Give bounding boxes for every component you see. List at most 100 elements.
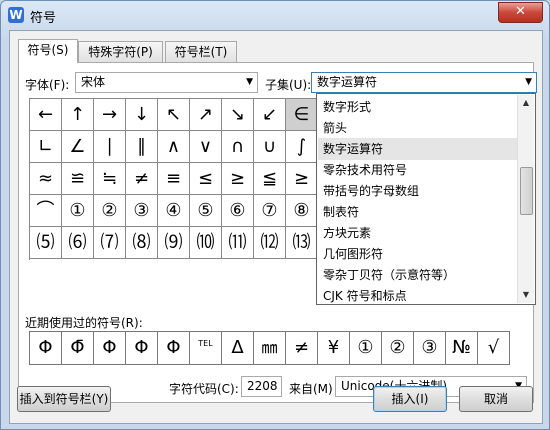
subset-option[interactable]: 数字形式 [318, 96, 518, 118]
recent-symbol-cell[interactable]: ② [382, 332, 414, 365]
symbol-cell[interactable]: ↗ [190, 99, 222, 131]
symbol-cell[interactable]: → [94, 99, 126, 131]
symbol-cell[interactable]: ⑿ [254, 227, 286, 259]
symbol-cell[interactable]: ③ [126, 195, 158, 227]
symbol-cell[interactable]: ∫ [286, 131, 318, 163]
recent-symbol-cell[interactable]: № [446, 332, 478, 365]
recent-symbol-cell[interactable]: Φ [30, 332, 62, 365]
symbol-cell[interactable]: ⑽ [190, 227, 222, 259]
tab-special-chars[interactable]: 特殊字符(P) [78, 41, 163, 62]
recent-symbol-cell[interactable]: ① [350, 332, 382, 365]
recent-symbol-cell[interactable]: ≠ [286, 332, 318, 365]
symbol-cell[interactable]: ≈ [30, 163, 62, 195]
tab-symbols[interactable]: 符号(S) [18, 39, 78, 63]
symbol-cell[interactable]: ⑤ [190, 195, 222, 227]
font-select[interactable]: 宋体 ▼ [75, 72, 258, 93]
symbol-cell[interactable]: ∨ [190, 131, 222, 163]
dialog-title: 符号 [30, 11, 57, 26]
symbol-cell[interactable]: ∟ [30, 131, 62, 163]
subset-option[interactable]: 方块元素 [318, 222, 518, 244]
symbol-cell[interactable]: ≠ [126, 163, 158, 195]
symbol-cell[interactable]: ⑸ [30, 227, 62, 259]
symbol-cell[interactable]: ≡ [158, 163, 190, 195]
symbol-cell[interactable]: ④ [158, 195, 190, 227]
subset-option[interactable]: 箭头 [318, 117, 518, 139]
symbol-cell[interactable]: ↑ [62, 99, 94, 131]
symbol-cell[interactable]: ≦ [254, 163, 286, 195]
symbol-cell[interactable]: ∣ [94, 131, 126, 163]
subset-option[interactable]: 几何图形符 [318, 243, 518, 265]
symbol-grid: ← ↑ → ↓ ↖ ↗ ↘ ↙ ∈ ∟ ∠ ∣ ∥ ∧ ∨ ∩ ∪ ∫ ≈ ≌ ≒ ≠ ≡ ≤ ≥ ≦ ≥ ⌒ ① ② ③ ④ ⑤ ⑥ ⑦ ⑧ ⑸ ⑹ ⑺ ⑻… [29, 98, 318, 260]
symbol-dialog: W 符号 ✕ 符号(S) 特殊字符(P) 符号栏(T) 字体(F): 宋体 ▼ … [0, 0, 550, 430]
symbol-cell[interactable]: ② [94, 195, 126, 227]
subset-option[interactable]: 制表符 [318, 201, 518, 223]
font-label: 字体(F): [25, 78, 70, 92]
symbol-cell[interactable]: ∥ [126, 131, 158, 163]
recent-symbol-cell[interactable]: ㎜ [254, 332, 286, 365]
symbol-cell[interactable]: ⑧ [286, 195, 318, 227]
symbol-cell[interactable]: ⑹ [62, 227, 94, 259]
recent-symbol-cell[interactable]: √ [478, 332, 510, 365]
chevron-down-icon: ▼ [525, 77, 532, 87]
insert-to-symbol-bar-button[interactable]: 插入到符号栏(Y) [17, 386, 111, 412]
dropdown-scrollbar[interactable]: ▲ ▼ [517, 95, 534, 303]
symbol-cell[interactable]: ↓ [126, 99, 158, 131]
symbol-cell[interactable]: ⑥ [222, 195, 254, 227]
subset-value: 数字运算符 [317, 75, 378, 89]
symbol-cell[interactable]: ≤ [190, 163, 222, 195]
symbol-cell[interactable]: ⑾ [222, 227, 254, 259]
recent-symbol-cell[interactable]: Φ [94, 332, 126, 365]
subset-select[interactable]: 数字运算符 ▼ [311, 72, 537, 93]
symbol-cell[interactable]: ↖ [158, 99, 190, 131]
insert-button[interactable]: 插入(I) [373, 386, 447, 412]
subset-option[interactable]: CJK 符号和标点 [318, 285, 518, 307]
symbol-cell[interactable]: ① [62, 195, 94, 227]
symbol-cell[interactable]: ≒ [94, 163, 126, 195]
symbols-panel: 字体(F): 宋体 ▼ 子集(U): 数字运算符 ▼ ← ↑ → ↓ ↖ ↗ ↘ ↙ ∈ ∟ ∠ ∣ ∥… [18, 62, 537, 403]
scroll-up-icon[interactable]: ▲ [518, 95, 534, 111]
wps-app-icon: W [8, 7, 24, 23]
symbol-cell[interactable]: ∧ [158, 131, 190, 163]
scrollbar-thumb[interactable] [520, 167, 533, 215]
symbol-cell[interactable]: ← [30, 99, 62, 131]
symbol-cell[interactable]: ≌ [62, 163, 94, 195]
symbol-cell[interactable]: ≥ [222, 163, 254, 195]
char-code-label: 字符代码(C): [169, 382, 239, 396]
chevron-down-icon: ▼ [246, 77, 253, 87]
subset-option[interactable]: 零杂技术用符号 [318, 159, 518, 181]
recent-symbol-cell[interactable]: Φ̄ [62, 332, 94, 365]
symbol-cell[interactable]: ∠ [62, 131, 94, 163]
title-bar[interactable]: W 符号 ✕ [1, 1, 549, 29]
symbol-cell[interactable]: ⑦ [254, 195, 286, 227]
symbol-cell[interactable]: ∩ [222, 131, 254, 163]
subset-label: 子集(U): [265, 78, 312, 92]
char-code-input[interactable]: 2208 [241, 376, 282, 397]
symbol-cell[interactable]: ⒀ [286, 227, 318, 259]
symbol-cell[interactable]: ⑺ [94, 227, 126, 259]
symbol-cell[interactable]: ≥ [286, 163, 318, 195]
scroll-down-icon[interactable]: ▼ [518, 287, 534, 303]
recent-symbols: Φ Φ̄ Φ Φ Φ TEL Δ ㎜ ≠ ¥ ① ② ③ № √ [29, 331, 510, 365]
symbol-cell[interactable]: ∪ [254, 131, 286, 163]
recent-symbol-cell[interactable]: Δ [222, 332, 254, 365]
symbol-cell[interactable]: ⑻ [126, 227, 158, 259]
cancel-button[interactable]: 取消 [459, 386, 533, 412]
subset-option[interactable]: 带括号的字母数组 [318, 180, 518, 202]
recent-symbol-cell[interactable]: TEL [190, 332, 222, 365]
symbol-cell[interactable]: ∈ [286, 99, 318, 131]
symbol-cell[interactable]: ↘ [222, 99, 254, 131]
tab-symbol-bar[interactable]: 符号栏(T) [165, 41, 237, 62]
subset-dropdown-list[interactable]: 数字形式 箭头 数字运算符 零杂技术用符号 带括号的字母数组 制表符 方块元素 几何图形符 零杂… [316, 93, 536, 305]
font-value: 宋体 [81, 75, 106, 89]
close-button[interactable]: ✕ [498, 2, 543, 23]
recent-symbol-cell[interactable]: ¥ [318, 332, 350, 365]
recent-symbol-cell[interactable]: Φ [158, 332, 190, 365]
symbol-cell[interactable]: ⌒ [30, 195, 62, 227]
from-label: 来自(M) [289, 382, 333, 396]
symbol-cell[interactable]: ↙ [254, 99, 286, 131]
recent-symbol-cell[interactable]: Φ [126, 332, 158, 365]
symbol-cell[interactable]: ⑼ [158, 227, 190, 259]
recent-symbol-cell[interactable]: ③ [414, 332, 446, 365]
subset-option[interactable]: 零杂丁贝符（示意符等） [318, 264, 518, 286]
subset-option[interactable]: 数字运算符 [318, 138, 518, 160]
